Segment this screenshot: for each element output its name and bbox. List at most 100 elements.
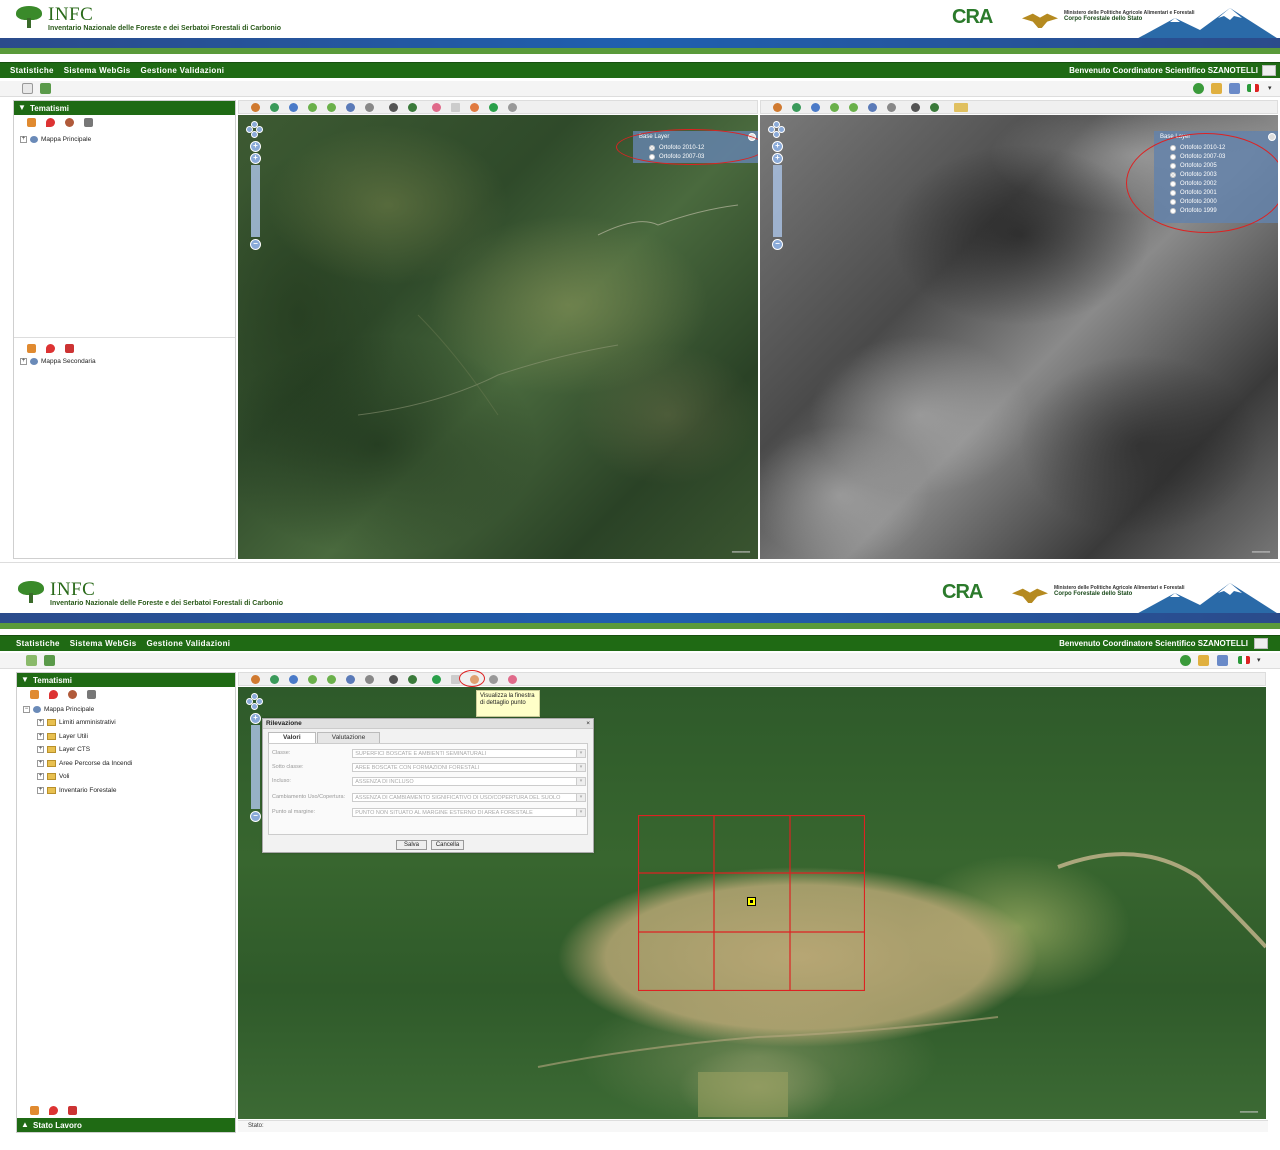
zoom-out-button[interactable]: − [250,239,261,250]
zoom-slider[interactable] [251,725,260,809]
measure-icon[interactable] [508,675,517,684]
left-map-canvas[interactable]: + + − Base Layer Ortofoto 2010-12 Ortofo… [238,115,758,559]
logout-icon[interactable] [1254,638,1268,649]
zoom-out-button[interactable]: − [772,239,783,250]
refresh-icon[interactable] [44,655,55,666]
collapse-panel-icon[interactable] [26,655,37,666]
print-icon[interactable] [1229,83,1240,94]
tab-valutazione[interactable]: Valutazione [316,732,381,743]
pan-hand-icon[interactable] [887,103,896,112]
pan-control[interactable] [768,121,786,139]
menu-gestione-validazioni[interactable]: Gestione Validazioni [147,639,231,648]
add-layer-icon[interactable] [30,690,39,699]
refresh-icon[interactable] [40,83,51,94]
info-icon[interactable] [1180,655,1191,666]
eye-icon[interactable] [432,675,441,684]
marker-icon[interactable] [49,1106,58,1115]
zoom-in-icon[interactable] [773,103,782,112]
tree-mappa-principale[interactable]: + Mappa Principale [20,136,91,143]
tree-item-layer-utili[interactable]: + Layer Utili [37,733,88,740]
tree-item-aree-incendi[interactable]: + Aree Percorse da Incendi [37,760,132,767]
info-icon[interactable] [911,103,920,112]
menu-sistema-webgis[interactable]: Sistema WebGis [64,66,131,75]
folder-icon[interactable] [1198,655,1209,666]
add-layer-icon[interactable] [27,118,36,127]
zoom-in-icon[interactable] [251,103,260,112]
zoom-slider[interactable] [773,165,782,237]
zoom-box-icon[interactable] [308,103,317,112]
history-icon[interactable] [408,675,417,684]
settings-icon[interactable] [84,118,93,127]
stato-lavoro-header[interactable]: ▲ Stato Lavoro [17,1118,235,1132]
zoom-box-out-icon[interactable] [327,103,336,112]
extent-icon[interactable] [868,103,877,112]
tree-mappa-secondaria[interactable]: + Mappa Secondaria [20,358,96,365]
menu-statistiche[interactable]: Statistiche [10,66,54,75]
rotate-icon[interactable] [365,675,374,684]
refresh-icon[interactable] [508,103,517,112]
close-icon[interactable]: × [586,719,590,729]
edit-icon[interactable] [470,103,479,112]
classe-select[interactable]: SUPERFICI BOSCATE E AMBIENTI SEMINATURAL… [352,748,586,758]
marker-icon[interactable] [46,118,55,127]
right-map-canvas[interactable]: + + − Base Layer Ortofoto 2010-12 Ortofo… [760,115,1278,559]
zoom-out-icon[interactable] [792,103,801,112]
zoom-box-out-icon[interactable] [327,675,336,684]
zoom-slider[interactable] [251,165,260,237]
sotto-classe-select[interactable]: AREE BOSCATE CON FORMAZIONI FORESTALI ▾ [352,762,586,772]
menu-statistiche[interactable]: Statistiche [16,639,60,648]
zoom-in-icon[interactable] [251,675,260,684]
tree-item-layer-cts[interactable]: + Layer CTS [37,746,90,753]
info-icon[interactable] [1193,83,1204,94]
tab-valori[interactable]: Valori [268,732,316,743]
italian-flag-icon[interactable] [1247,84,1259,92]
language-chevron-icon[interactable]: ▾ [1268,84,1272,92]
zoom-out-icon[interactable] [270,103,279,112]
punto-margine-select[interactable]: PUNTO NON SITUATO AL MARGINE ESTERNO DI … [352,807,586,817]
extent-icon[interactable] [346,103,355,112]
settings-icon[interactable] [87,690,96,699]
tree-item-voli[interactable]: + Voli [37,773,69,780]
target-icon[interactable] [489,675,498,684]
language-chevron-icon[interactable]: ▾ [1257,656,1261,664]
save-button[interactable]: Salva [396,840,427,850]
panel-header[interactable]: ▼ Tematismi [17,673,235,687]
info-icon[interactable] [389,103,398,112]
incluso-select[interactable]: ASSENZA DI INCLUSO ▾ [352,776,586,786]
zoom-in-button[interactable]: + [250,141,261,152]
delete-icon[interactable] [65,344,74,353]
globe-icon[interactable] [289,103,298,112]
globe-icon[interactable] [65,118,74,127]
folder-icon[interactable] [1211,83,1222,94]
zoom-box-out-icon[interactable] [849,103,858,112]
pan-control[interactable] [246,693,264,711]
zoom-plus-button[interactable]: + [250,153,261,164]
logout-icon[interactable] [1262,65,1276,76]
tree-item-limiti[interactable]: + Limiti amministrativi [37,719,116,726]
marker-icon[interactable] [46,344,55,353]
tree-item-inventario[interactable]: + Inventario Forestale [37,787,116,794]
pan-control[interactable] [246,121,264,139]
extent-icon[interactable] [346,675,355,684]
menu-sistema-webgis[interactable]: Sistema WebGis [70,639,137,648]
zoom-in-button[interactable]: + [250,713,261,724]
cambiamento-select[interactable]: ASSENZA DI CAMBIAMENTO SIGNIFICATIVO DI … [352,792,586,802]
pan-hand-icon[interactable] [365,103,374,112]
zoom-out-button[interactable]: − [250,811,261,822]
history-icon[interactable] [408,103,417,112]
minimize-icon[interactable] [1268,133,1276,141]
print-icon[interactable] [1217,655,1228,666]
tree-mappa-principale[interactable]: − Mappa Principale [23,706,94,713]
globe-icon[interactable] [289,675,298,684]
menu-gestione-validazioni[interactable]: Gestione Validazioni [141,66,225,75]
folder-icon[interactable] [954,103,968,112]
panel-header[interactable]: ▼ Tematismi [14,101,235,115]
grid-icon[interactable] [451,103,460,112]
zoom-out-icon[interactable] [270,675,279,684]
add-layer-icon[interactable] [30,1106,39,1115]
globe-icon[interactable] [811,103,820,112]
zoom-plus-button[interactable]: + [772,153,783,164]
delete-icon[interactable] [68,1106,77,1115]
marker-icon[interactable] [49,690,58,699]
globe-icon[interactable] [68,690,77,699]
